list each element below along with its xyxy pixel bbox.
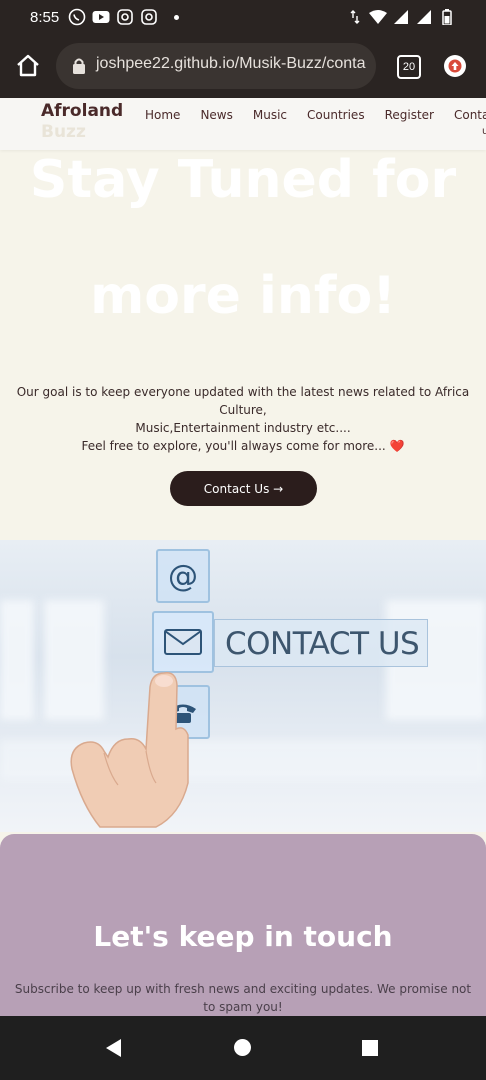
- whatsapp-icon: [68, 8, 86, 26]
- nav-link-contact-overflow: u: [482, 126, 486, 137]
- contact-us-image: @ CONTACT US: [0, 540, 486, 832]
- hero-title-line1: Stay Tuned for: [29, 150, 457, 210]
- url-text: joshpee22.github.io/Musik-Buzz/conta: [96, 55, 366, 72]
- site-logo[interactable]: Afroland Buzz: [41, 101, 123, 143]
- subscribe-description: Subscribe to keep up with fresh news and…: [14, 982, 472, 1014]
- nav-link-register[interactable]: Register: [385, 108, 434, 122]
- browser-toolbar: joshpee22.github.io/Musik-Buzz/conta 20: [0, 36, 486, 98]
- instagram-icon: [116, 8, 134, 26]
- hero-description: Our goal is to keep everyone updated wit…: [0, 383, 486, 455]
- site-navbar: Afroland Buzz Home News Music Countries …: [0, 98, 486, 150]
- data-arrows-icon: [346, 8, 364, 26]
- subscribe-section: Let's keep in touch Subscribe to keep up…: [0, 834, 486, 1034]
- nav-link-home[interactable]: Home: [145, 108, 180, 122]
- recents-icon[interactable]: [362, 1040, 378, 1056]
- contact-us-button[interactable]: Contact Us →: [170, 471, 317, 506]
- url-bar[interactable]: joshpee22.github.io/Musik-Buzz/conta: [56, 43, 376, 89]
- update-icon[interactable]: [444, 55, 466, 77]
- nav-link-contact[interactable]: Conta: [454, 108, 486, 122]
- signal-icon: [415, 8, 433, 26]
- subscribe-title: Let's keep in touch: [93, 920, 393, 953]
- contact-us-banner-text: CONTACT US: [225, 626, 420, 662]
- wifi-icon: [369, 8, 387, 26]
- signal-icon: [392, 8, 410, 26]
- logo-line2: Buzz: [41, 122, 86, 142]
- battery-icon: [438, 8, 456, 26]
- nav-link-countries[interactable]: Countries: [307, 108, 365, 122]
- nav-links: Home News Music Countries Register Conta: [145, 108, 486, 122]
- hero-title-line2: more info!: [90, 266, 396, 326]
- pointing-hand-illustration: [60, 665, 200, 832]
- notification-dot-icon: [174, 14, 179, 20]
- status-bar: 8:55: [0, 0, 486, 36]
- back-icon[interactable]: [106, 1039, 121, 1057]
- envelope-icon: [152, 611, 214, 673]
- svg-text:@: @: [168, 559, 198, 594]
- home-circle-icon[interactable]: [234, 1039, 251, 1056]
- tab-count-button[interactable]: 20: [397, 55, 421, 79]
- logo-line1: Afroland: [41, 101, 124, 121]
- status-time: 8:55: [30, 9, 60, 26]
- hero-desc-line3: Feel free to explore, you'll always come…: [81, 439, 405, 453]
- android-nav-bar: [0, 1016, 486, 1080]
- hero-desc-line2: Music,Entertainment industry etc....: [135, 421, 351, 435]
- at-sign-icon: @: [156, 549, 210, 603]
- hero-desc-line1: Our goal is to keep everyone updated wit…: [16, 385, 470, 417]
- contact-us-banner: CONTACT US: [214, 619, 428, 667]
- home-icon[interactable]: [14, 52, 42, 80]
- lock-icon: [72, 57, 86, 75]
- nav-link-news[interactable]: News: [200, 108, 232, 122]
- nav-link-music[interactable]: Music: [253, 108, 287, 122]
- instagram-icon: [140, 8, 158, 26]
- youtube-icon: [92, 8, 110, 26]
